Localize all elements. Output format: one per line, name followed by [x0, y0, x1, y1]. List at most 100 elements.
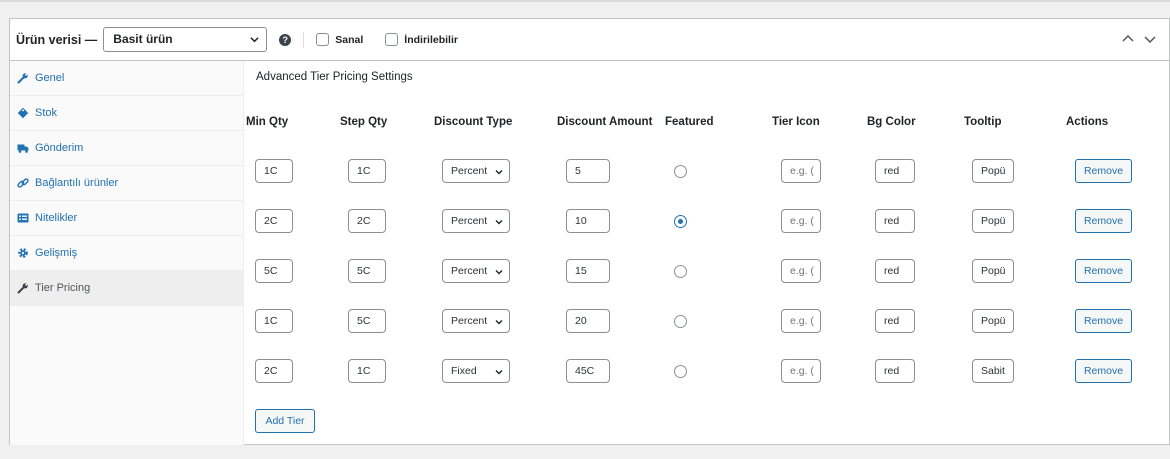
column-header-tier-icon: Tier Icon — [772, 116, 820, 128]
downloadable-checkbox[interactable] — [385, 33, 399, 46]
tier-icon-input[interactable]: e.g. ( — [781, 209, 821, 233]
sidebar-item-tier-pricing[interactable]: Tier Pricing — [10, 271, 243, 306]
virtual-checkbox[interactable] — [316, 33, 330, 46]
sidebar-item-genel[interactable]: Genel — [10, 61, 243, 96]
remove-tier-button[interactable]: Remove — [1075, 209, 1132, 233]
step-qty-input[interactable]: 1C — [348, 159, 386, 183]
wrench-icon — [17, 283, 28, 294]
sidebar-item-attributes[interactable]: Nitelikler — [10, 201, 243, 236]
sidebar-item-advanced[interactable]: Gelişmiş — [10, 236, 243, 271]
sidebar-item-label: Genel — [35, 72, 65, 84]
chevron-down-icon — [495, 320, 503, 325]
sidebar-item-gonderim[interactable]: Gönderim — [10, 131, 243, 166]
bg-color-input[interactable]: red — [875, 359, 915, 383]
step-qty-input[interactable]: 5C — [348, 259, 386, 283]
wrench-icon — [17, 73, 28, 84]
top-divider — [0, 0, 1170, 2]
tooltip-input[interactable]: Popü — [972, 309, 1014, 333]
tier-icon-input[interactable]: e.g. ( — [781, 309, 821, 333]
bg-color-input[interactable]: red — [875, 159, 915, 183]
featured-radio[interactable] — [674, 215, 687, 228]
discount-type-value: Percent — [451, 215, 488, 227]
chevron-down-icon — [495, 170, 503, 175]
chevron-down-icon[interactable] — [1143, 32, 1157, 46]
column-header-discount-type: Discount Type — [434, 116, 513, 128]
sidebar-item-label: Gönderim — [35, 142, 84, 154]
discount-amount-input[interactable]: 10 — [566, 209, 610, 233]
product-data-panel: Ürün verisi — Basit ürün ? Sanal İndiril… — [9, 18, 1170, 445]
featured-radio[interactable] — [674, 265, 687, 278]
product-type-value: Basit ürün — [113, 32, 173, 46]
discount-type-value: Percent — [451, 315, 488, 327]
chevron-up-icon[interactable] — [1121, 32, 1135, 46]
truck-icon — [17, 144, 29, 153]
chevron-down-icon — [495, 370, 503, 375]
bg-color-input[interactable]: red — [875, 209, 915, 233]
tier-icon-input[interactable]: e.g. ( — [781, 259, 821, 283]
remove-tier-button[interactable]: Remove — [1075, 159, 1132, 183]
chevron-down-icon — [495, 270, 503, 275]
product-type-select[interactable]: Basit ürün — [103, 27, 268, 52]
section-title: Advanced Tier Pricing Settings — [256, 71, 413, 83]
min-qty-input[interactable]: 5C — [255, 259, 293, 283]
remove-tier-button[interactable]: Remove — [1075, 359, 1132, 383]
discount-amount-input[interactable]: 5 — [566, 159, 610, 183]
tooltip-input[interactable]: Popü — [972, 259, 1014, 283]
column-header-min-qty: Min Qty — [246, 116, 289, 128]
tag-icon — [17, 107, 29, 119]
sidebar-item-stok[interactable]: Stok — [10, 96, 243, 131]
downloadable-label: İndirilebilir — [404, 33, 458, 46]
discount-type-select[interactable]: Fixed — [442, 359, 510, 383]
sidebar-item-label: Bağlantılı ürünler — [35, 177, 119, 189]
discount-type-select[interactable]: Percent — [442, 259, 510, 283]
discount-type-value: Percent — [451, 165, 488, 177]
step-qty-input[interactable]: 1C — [348, 359, 386, 383]
tooltip-input[interactable]: Sabit — [972, 359, 1014, 383]
help-icon[interactable]: ? — [279, 33, 292, 46]
remove-tier-button[interactable]: Remove — [1075, 309, 1132, 333]
link-icon — [17, 178, 29, 188]
panel-toggles — [1121, 32, 1157, 46]
sidebar-item-label: Gelişmiş — [35, 247, 78, 259]
discount-amount-input[interactable]: 45C — [566, 359, 610, 383]
sidebar-item-label: Tier Pricing — [35, 282, 91, 294]
column-header-actions: Actions — [1066, 116, 1109, 128]
min-qty-input[interactable]: 1C — [255, 159, 293, 183]
chevron-down-icon — [250, 37, 259, 43]
chevron-down-icon — [495, 220, 503, 225]
tooltip-input[interactable]: Popü — [972, 159, 1014, 183]
sidebar-item-label: Nitelikler — [35, 212, 78, 224]
column-header-step-qty: Step Qty — [340, 116, 388, 128]
column-header-featured: Featured — [665, 116, 714, 128]
column-header-bg-color: Bg Color — [867, 116, 916, 128]
add-tier-button[interactable]: Add Tier — [255, 409, 315, 433]
featured-radio[interactable] — [674, 165, 687, 178]
discount-amount-input[interactable]: 20 — [566, 309, 610, 333]
tier-icon-input[interactable]: e.g. ( — [781, 359, 821, 383]
product-data-tabs: Genel Stok Gönderim Bağlantılı ürünler N… — [10, 61, 244, 445]
min-qty-input[interactable]: 1C — [255, 309, 293, 333]
discount-type-select[interactable]: Percent — [442, 159, 510, 183]
list-icon — [17, 213, 29, 223]
step-qty-input[interactable]: 2C — [348, 209, 386, 233]
step-qty-input[interactable]: 5C — [348, 309, 386, 333]
bg-color-input[interactable]: red — [875, 309, 915, 333]
virtual-label: Sanal — [335, 33, 364, 46]
featured-radio[interactable] — [674, 365, 687, 378]
remove-tier-button[interactable]: Remove — [1075, 259, 1132, 283]
bg-color-input[interactable]: red — [875, 259, 915, 283]
column-header-discount-amount: Discount Amount — [557, 116, 653, 128]
min-qty-input[interactable]: 2C — [255, 209, 293, 233]
tooltip-input[interactable]: Popü — [972, 209, 1014, 233]
sidebar-item-linked-products[interactable]: Bağlantılı ürünler — [10, 166, 243, 201]
tier-icon-input[interactable]: e.g. ( — [781, 159, 821, 183]
discount-amount-input[interactable]: 15 — [566, 259, 610, 283]
featured-radio[interactable] — [674, 315, 687, 328]
discount-type-select[interactable]: Percent — [442, 209, 510, 233]
discount-type-select[interactable]: Percent — [442, 309, 510, 333]
min-qty-input[interactable]: 2C — [255, 359, 293, 383]
header-separator — [303, 31, 305, 48]
discount-type-value: Percent — [451, 265, 488, 277]
product-data-title: Ürün verisi — — [16, 32, 98, 47]
sidebar-item-label: Stok — [35, 107, 58, 119]
